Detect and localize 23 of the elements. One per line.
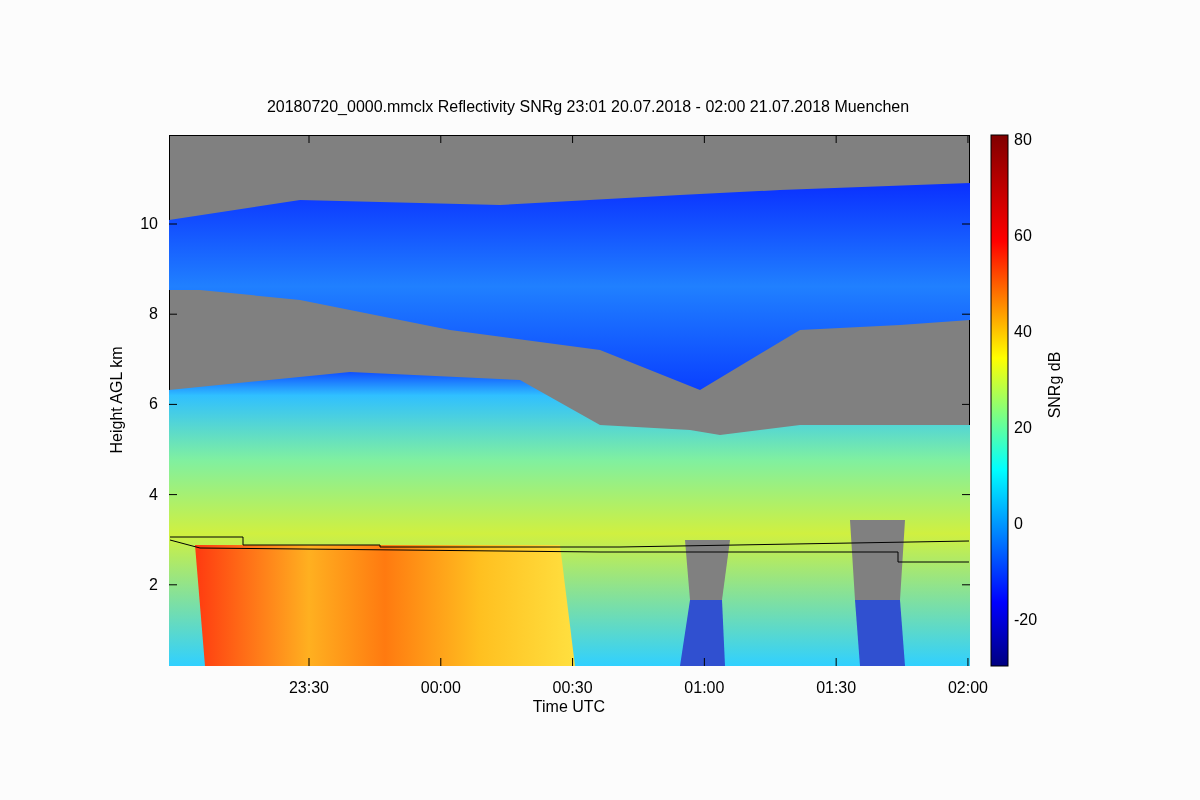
y-tick-label: 6 [148, 394, 158, 415]
x-tick-label: 01:00 [683, 679, 726, 697]
color-scale-label: 40 [1014, 322, 1032, 342]
y-tick-label: 2 [148, 574, 158, 595]
noise-region [680, 600, 725, 666]
color-scale-label: 80 [1014, 130, 1032, 150]
chart-title: 20180720_0000.mmclx Reflectivity SNRg 23:01 20.07.2018 - 02:00 21.07.2018 Muenchen [265, 98, 911, 116]
color-scale-title: SNRg dB [1045, 350, 1064, 421]
y-axis-title: Height AGL km [107, 345, 126, 456]
x-tick-label: 23:30 [287, 679, 330, 697]
color-scale-label: -20 [1014, 610, 1038, 630]
color-scale-label: 0 [1014, 514, 1023, 534]
y-tick-label: 10 [139, 214, 158, 234]
x-tick-label: 00:00 [419, 679, 462, 697]
x-tick-label: 02:00 [946, 679, 989, 697]
y-tick-label: 4 [148, 484, 158, 505]
x-axis-title: Time UTC [531, 698, 607, 716]
x-tick-label: 00:30 [551, 679, 594, 697]
color-scale-label: 20 [1014, 418, 1032, 438]
y-tick-label: 8 [148, 304, 158, 325]
no-echo-gap [685, 540, 730, 600]
color-scale-label: 60 [1014, 226, 1032, 246]
x-tick-label: 01:30 [815, 679, 858, 697]
